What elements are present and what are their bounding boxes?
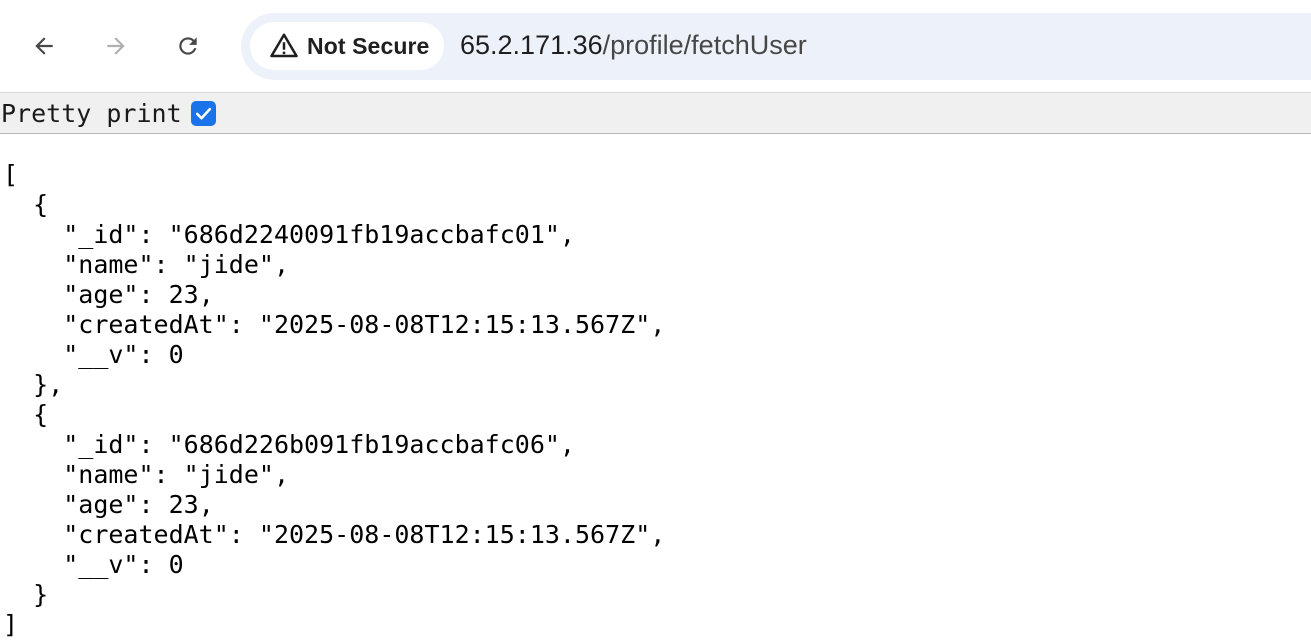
array-close-bracket: ] xyxy=(3,610,19,639)
warning-triangle-icon xyxy=(270,33,298,58)
security-indicator[interactable]: Not Secure xyxy=(250,22,444,70)
checkmark-icon xyxy=(195,107,211,120)
json-line: "createdAt": "2025-08-08T12:15:13.567Z", xyxy=(3,310,1303,340)
json-value: 23, xyxy=(168,280,214,309)
url-path: /profile/fetchUser xyxy=(602,30,807,60)
reload-icon xyxy=(179,37,197,55)
json-separator: : xyxy=(228,520,259,549)
json-line: "_id": "686d226b091fb19accbafc06", xyxy=(3,430,1303,460)
json-line: { xyxy=(3,400,1303,430)
json-value: "686d2240091fb19accbafc01", xyxy=(168,220,575,249)
object-open-brace: { xyxy=(33,400,49,429)
pretty-print-bar: Pretty print xyxy=(0,92,1311,134)
object-open-brace: { xyxy=(33,190,49,219)
json-key: "_id" xyxy=(63,220,139,249)
json-line: [ xyxy=(3,160,1303,190)
json-value: 23, xyxy=(168,490,214,519)
back-button[interactable] xyxy=(24,26,64,66)
json-value: "2025-08-08T12:15:13.567Z", xyxy=(258,520,666,549)
json-key: "_id" xyxy=(63,430,139,459)
json-line: }, xyxy=(3,370,1303,400)
json-viewer: [ { "_id": "686d2240091fb19accbafc01", "… xyxy=(3,160,1303,640)
json-line: "name": "jide", xyxy=(3,460,1303,490)
reload-button[interactable] xyxy=(168,26,208,66)
json-value: "jide", xyxy=(183,460,289,489)
json-separator: : xyxy=(138,280,169,309)
json-key: "age" xyxy=(63,280,139,309)
pretty-print-label: Pretty print xyxy=(1,98,182,128)
json-line: "__v": 0 xyxy=(3,550,1303,580)
json-value: "2025-08-08T12:15:13.567Z", xyxy=(258,310,666,339)
json-key: "__v" xyxy=(63,550,139,579)
json-line: ] xyxy=(3,610,1303,640)
json-key: "__v" xyxy=(63,340,139,369)
json-line: "createdAt": "2025-08-08T12:15:13.567Z", xyxy=(3,520,1303,550)
json-separator: : xyxy=(153,250,184,279)
object-close-brace: }, xyxy=(33,370,64,399)
json-line: "name": "jide", xyxy=(3,250,1303,280)
json-value: "686d226b091fb19accbafc06", xyxy=(168,430,575,459)
json-key: "name" xyxy=(63,460,154,489)
json-value: 0 xyxy=(168,550,184,579)
json-value: 0 xyxy=(168,340,184,369)
json-key: "createdAt" xyxy=(63,520,229,549)
arrow-left-icon xyxy=(35,37,53,55)
browser-toolbar: Not Secure 65.2.171.36/profile/fetchUser xyxy=(0,0,1311,92)
pretty-print-checkbox[interactable] xyxy=(190,100,216,126)
json-line: "age": 23, xyxy=(3,490,1303,520)
forward-button[interactable] xyxy=(96,26,136,66)
array-open-bracket: [ xyxy=(3,160,19,189)
security-label: Not Secure xyxy=(307,32,430,59)
json-line: "__v": 0 xyxy=(3,340,1303,370)
arrow-right-icon xyxy=(107,37,125,55)
json-line: { xyxy=(3,190,1303,220)
json-separator: : xyxy=(138,340,169,369)
json-separator: : xyxy=(138,490,169,519)
json-value: "jide", xyxy=(183,250,289,279)
json-separator: : xyxy=(138,550,169,579)
url-host: 65.2.171.36 xyxy=(460,30,603,60)
json-key: "createdAt" xyxy=(63,310,229,339)
json-separator: : xyxy=(138,430,169,459)
json-line: "age": 23, xyxy=(3,280,1303,310)
object-close-brace: } xyxy=(33,580,49,609)
json-separator: : xyxy=(138,220,169,249)
address-bar[interactable]: Not Secure 65.2.171.36/profile/fetchUser xyxy=(241,13,1311,80)
json-separator: : xyxy=(228,310,259,339)
json-key: "name" xyxy=(63,250,154,279)
json-line: "_id": "686d2240091fb19accbafc01", xyxy=(3,220,1303,250)
json-key: "age" xyxy=(63,490,139,519)
url-text[interactable]: 65.2.171.36/profile/fetchUser xyxy=(460,30,807,61)
json-separator: : xyxy=(153,460,184,489)
json-line: } xyxy=(3,580,1303,610)
